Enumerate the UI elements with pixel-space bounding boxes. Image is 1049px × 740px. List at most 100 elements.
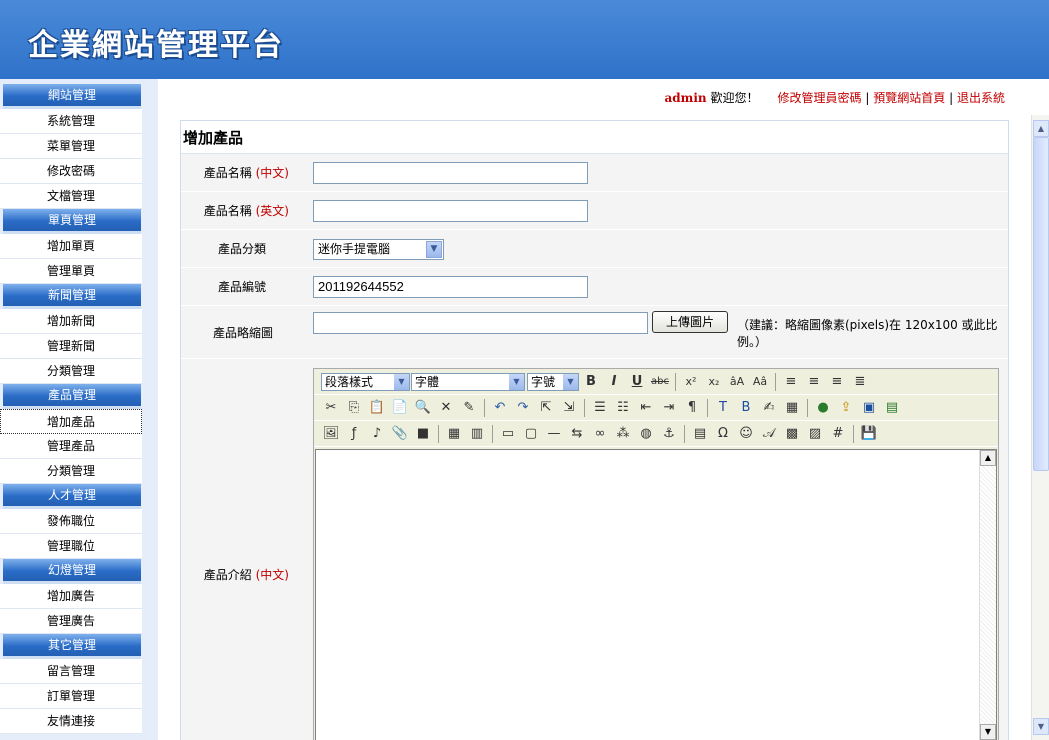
iframe-icon[interactable]: ▢ xyxy=(521,424,541,444)
unordered-list-icon[interactable]: ☷ xyxy=(613,398,633,418)
select-none-icon[interactable]: ⇲ xyxy=(559,398,579,418)
sidebar-item[interactable]: 增加產品 xyxy=(0,409,142,434)
align-right-icon[interactable]: ≡ xyxy=(827,372,847,392)
align-left-icon[interactable]: ≡ xyxy=(781,372,801,392)
indent-icon[interactable]: ⇥ xyxy=(659,398,679,418)
sidebar-item[interactable]: 友情連接 xyxy=(0,709,142,734)
logout-link[interactable]: 退出系統 xyxy=(957,91,1005,105)
scrollbar-thumb[interactable] xyxy=(1033,137,1049,471)
nav-group-header[interactable]: 單頁管理 xyxy=(3,209,141,234)
image-gallery-icon[interactable]: ▤ xyxy=(882,398,902,418)
italic-icon[interactable]: I xyxy=(604,372,624,392)
cut-icon[interactable]: ✂ xyxy=(321,398,341,418)
text-color-icon[interactable]: T xyxy=(713,398,733,418)
sidebar-item[interactable]: 分類管理 xyxy=(0,459,142,484)
lowercase-icon[interactable]: Aâ xyxy=(750,372,770,392)
paste-text-icon[interactable]: 📄 xyxy=(390,398,410,418)
emoticon-icon[interactable]: ☺ xyxy=(736,424,756,444)
product-name-en-input[interactable] xyxy=(313,200,588,222)
superscript-icon[interactable]: x² xyxy=(681,372,701,392)
clipboard-image-icon[interactable]: ▦ xyxy=(782,398,802,418)
special-char-icon[interactable]: Ω xyxy=(713,424,733,444)
sidebar-item[interactable]: 文檔管理 xyxy=(0,184,142,209)
nav-group-header[interactable]: 人才管理 xyxy=(3,484,141,509)
product-name-cn-input[interactable] xyxy=(313,162,588,184)
paragraph-icon[interactable]: ¶ xyxy=(682,398,702,418)
nav-group-header[interactable]: 新聞管理 xyxy=(3,284,141,309)
paste-icon[interactable]: 📋 xyxy=(367,398,387,418)
table-icon[interactable]: ▦ xyxy=(444,424,464,444)
nav-group-header[interactable]: 網站管理 xyxy=(3,84,141,109)
change-password-link[interactable]: 修改管理員密碼 xyxy=(778,91,862,105)
grid-icon[interactable]: # xyxy=(828,424,848,444)
sidebar-item[interactable]: 留言管理 xyxy=(0,659,142,684)
ordered-list-icon[interactable]: ☰ xyxy=(590,398,610,418)
sidebar-item[interactable]: 增加單頁 xyxy=(0,234,142,259)
product-number-input[interactable]: 201192644552 xyxy=(313,276,588,298)
nav-group-header[interactable]: 幻燈管理 xyxy=(3,559,141,584)
font-size-select[interactable]: 字號 ▼ xyxy=(527,373,579,391)
nav-group-header[interactable]: 其它管理 xyxy=(3,634,141,659)
sidebar-item[interactable]: 管理單頁 xyxy=(0,259,142,284)
category-select[interactable]: 迷你手提電腦 ▼ xyxy=(313,239,444,260)
map-icon[interactable]: ◍ xyxy=(636,424,656,444)
upload-image-button[interactable]: 上傳圖片 xyxy=(652,311,728,333)
fieldset-icon[interactable]: ▭ xyxy=(498,424,518,444)
scroll-down-arrow-icon[interactable]: ▼ xyxy=(1033,718,1049,735)
art-text-icon[interactable]: 𝒜 xyxy=(759,424,779,444)
sidebar-item[interactable]: 訂單管理 xyxy=(0,684,142,709)
form-icon[interactable]: ▤ xyxy=(690,424,710,444)
unlink-icon[interactable]: ⁂ xyxy=(613,424,633,444)
sidebar-item[interactable]: 增加新聞 xyxy=(0,309,142,334)
scroll-up-arrow-icon[interactable]: ▲ xyxy=(1033,120,1049,137)
delete-icon[interactable]: ✕ xyxy=(436,398,456,418)
template-icon[interactable]: ▣ xyxy=(859,398,879,418)
marquee-icon[interactable]: ⇆ xyxy=(567,424,587,444)
attachment-icon[interactable]: 📎 xyxy=(390,424,410,444)
anchor-icon[interactable]: ⚓ xyxy=(659,424,679,444)
sidebar-item[interactable]: 菜單管理 xyxy=(0,134,142,159)
scroll-down-arrow-icon[interactable]: ▼ xyxy=(980,724,996,740)
clear-format-icon[interactable]: ✎ xyxy=(459,398,479,418)
sidebar-item[interactable]: 修改密碼 xyxy=(0,159,142,184)
format-painter-icon[interactable]: ✍ xyxy=(759,398,779,418)
upload-icon[interactable]: ⇪ xyxy=(836,398,856,418)
sidebar-item[interactable]: 分類管理 xyxy=(0,359,142,384)
editor-scrollbar[interactable]: ▲ ▼ xyxy=(979,450,996,740)
thumbnail-path-input[interactable] xyxy=(313,312,648,334)
sidebar-item[interactable]: 管理新聞 xyxy=(0,334,142,359)
copy-icon[interactable]: ⎘ xyxy=(344,398,364,418)
import-word-icon[interactable]: ▨ xyxy=(805,424,825,444)
redo-icon[interactable]: ↷ xyxy=(513,398,533,418)
sidebar-item[interactable]: 管理產品 xyxy=(0,434,142,459)
strikethrough-icon[interactable]: abc xyxy=(650,372,670,392)
font-select[interactable]: 字體 ▼ xyxy=(411,373,525,391)
table-props-icon[interactable]: ▥ xyxy=(467,424,487,444)
bold-icon[interactable]: B xyxy=(581,372,601,392)
outdent-icon[interactable]: ⇤ xyxy=(636,398,656,418)
align-center-icon[interactable]: ≡ xyxy=(804,372,824,392)
scroll-up-arrow-icon[interactable]: ▲ xyxy=(980,450,996,466)
undo-icon[interactable]: ↶ xyxy=(490,398,510,418)
sidebar-item[interactable]: 管理廣告 xyxy=(0,609,142,634)
media-icon[interactable]: ♪ xyxy=(367,424,387,444)
excel-icon[interactable]: ▩ xyxy=(782,424,802,444)
globe-icon[interactable]: ● xyxy=(813,398,833,418)
sidebar-item[interactable]: 發佈職位 xyxy=(0,509,142,534)
nav-group-header[interactable]: 產品管理 xyxy=(3,384,141,409)
sidebar-item[interactable]: 系統管理 xyxy=(0,109,142,134)
paragraph-style-select[interactable]: 段落樣式 ▼ xyxy=(321,373,410,391)
image-icon[interactable]: 🖼 xyxy=(321,424,341,444)
sidebar-item[interactable]: 管理職位 xyxy=(0,534,142,559)
flash-icon[interactable]: ƒ xyxy=(344,424,364,444)
sidebar-item[interactable]: 增加廣告 xyxy=(0,584,142,609)
preview-site-link[interactable]: 預覽網站首頁 xyxy=(873,91,945,105)
subscript-icon[interactable]: x₂ xyxy=(704,372,724,392)
editor-content-area[interactable]: ▲ ▼ xyxy=(315,449,997,740)
uppercase-icon[interactable]: âA xyxy=(727,372,747,392)
underline-icon[interactable]: U xyxy=(627,372,647,392)
box-icon[interactable]: ■ xyxy=(413,424,433,444)
save-icon[interactable]: 💾 xyxy=(859,424,879,444)
horizontal-rule-icon[interactable]: — xyxy=(544,424,564,444)
link-icon[interactable]: ∞ xyxy=(590,424,610,444)
